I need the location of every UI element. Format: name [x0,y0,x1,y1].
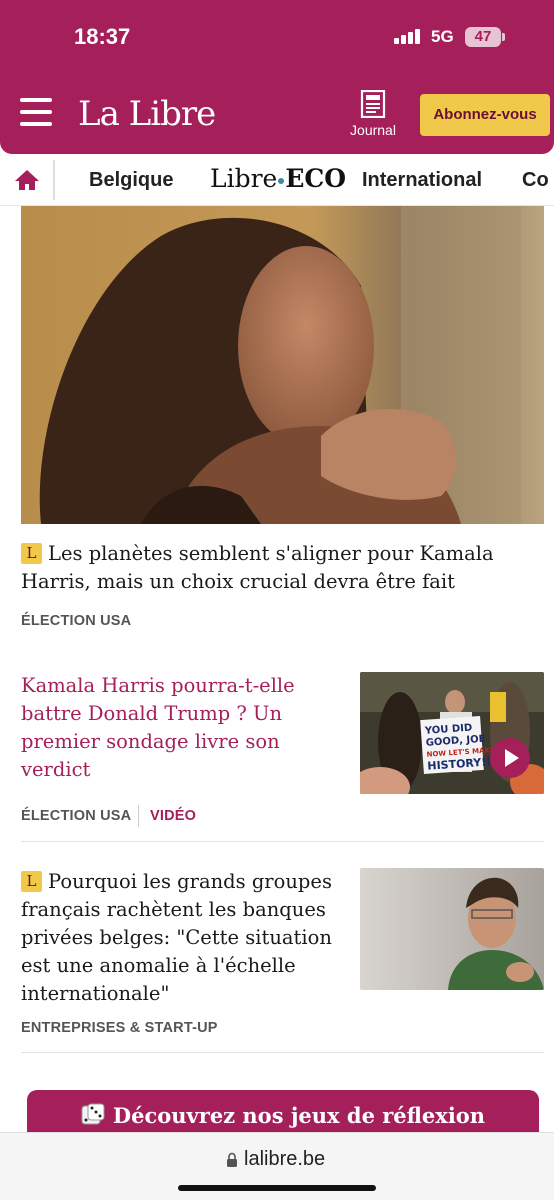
signal-icon [394,28,422,44]
libre-eco-prefix: Libre [210,164,278,193]
dice-icon [81,1103,105,1125]
nav-item-international[interactable]: International [362,169,482,192]
games-banner-label: Découvrez nos jeux de réflexion [112,1103,486,1128]
lock-icon [227,1152,237,1167]
journal-icon [360,90,386,118]
article-headline[interactable]: L Pourquoi les grands groupes français ra… [21,868,351,1008]
article-headline[interactable]: Kamala Harris pourra-t-elle battre Donal… [21,672,351,784]
nav-divider [53,160,55,200]
nav-item-belgique[interactable]: Belgique [89,169,173,192]
nav-item-more[interactable]: Co [522,169,549,192]
battery-icon: 47 [465,27,505,47]
video-tag[interactable]: VIDÉO [150,808,196,824]
subscribe-button[interactable]: Abonnez-vous [420,94,550,136]
premium-badge: L [21,543,42,564]
article-divider [21,841,544,842]
premium-badge: L [21,871,42,892]
status-time: 18:37 [74,24,131,49]
article-title: Pourquoi les grands groupes français rac… [21,870,332,1005]
site-logo[interactable]: La Libre [78,94,216,134]
article-tag[interactable]: ÉLECTION USA [21,613,131,629]
menu-icon[interactable] [20,98,52,130]
browser-address-bar: lalibre.be [0,1132,554,1200]
tag-separator [138,805,139,827]
play-icon[interactable] [490,738,530,778]
article-thumbnail[interactable] [360,868,544,990]
article-divider [21,1052,544,1053]
network-label: 5G [431,27,454,46]
home-indicator[interactable] [178,1185,376,1191]
section-nav: Belgique Libre ECO International Co [0,154,554,206]
hero-article-image[interactable] [21,206,544,524]
article-tag[interactable]: ENTREPRISES & START-UP [21,1020,218,1036]
top-bar: 18:37 5G 47 La Libre Journal Abonnez-vou… [0,0,554,154]
url-field[interactable]: lalibre.be [244,1148,325,1171]
article-thumbnail[interactable]: YOU DID GOOD, JOE NOW LET'S MAKE HISTORY… [360,672,544,794]
journal-label: Journal [350,122,396,138]
nav-item-libre-eco[interactable]: Libre ECO [210,164,346,193]
home-icon[interactable] [14,168,40,192]
article-headline[interactable]: L Les planètes semblent s'aligner pour Ka… [21,540,544,596]
article-tag[interactable]: ÉLECTION USA [21,808,131,824]
journal-button[interactable]: Journal [344,90,402,142]
article-title: Les planètes semblent s'aligner pour Kam… [21,542,494,593]
libre-eco-suffix: ECO [285,164,347,193]
